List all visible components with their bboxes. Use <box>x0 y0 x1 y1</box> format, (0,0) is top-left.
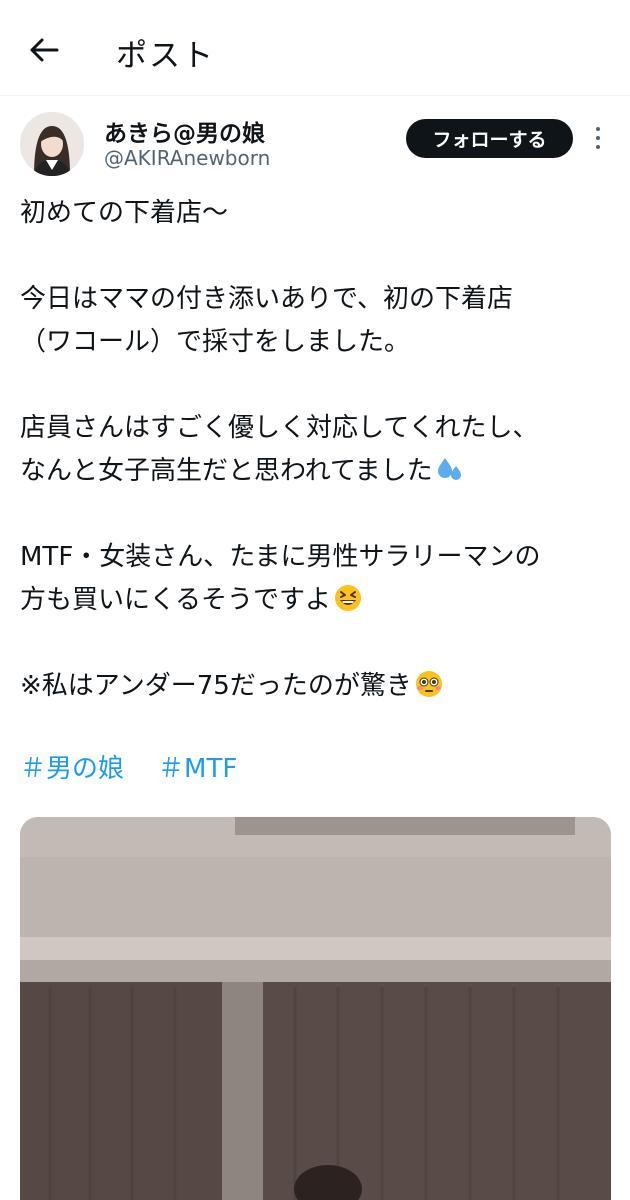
arrow-left-icon <box>30 38 59 62</box>
back-button[interactable] <box>22 28 66 72</box>
avatar-image <box>20 112 84 176</box>
more-vertical-icon <box>596 136 600 140</box>
hashtag-link[interactable]: ＃MTF <box>158 754 237 784</box>
page-title: ポスト <box>116 38 215 74</box>
sweat-droplets-emoji <box>437 458 461 480</box>
tweet-line: 店員さんはすごく優しく対応してくれたし、 <box>20 413 539 443</box>
tweet-line: なんと女子高生だと思われてました <box>20 450 620 493</box>
tweet-text: 初めての下着店〜 今日はママの付き添いありで、初の下着店 （ワコール）で採寸をし… <box>20 192 620 708</box>
more-vertical-icon <box>596 127 600 131</box>
hashtag-link[interactable]: ＃男の娘 <box>20 754 124 784</box>
tweet-line: MTF・女装さん、たまに男性サラリーマンの <box>20 542 541 572</box>
author-row: あきら@男の娘 @AKIRAnewborn フォローする <box>0 96 630 188</box>
tweet-line-text: ※私はアンダー75だったのが驚き <box>20 671 412 701</box>
grinning-squinting-face-emoji <box>334 585 361 611</box>
tweet-line-text: なんと女子高生だと思われてました <box>20 456 433 486</box>
author-name[interactable]: あきら@男の娘 <box>104 114 265 148</box>
tweet-line: 方も買いにくるそうですよ <box>20 579 620 622</box>
more-options-button[interactable] <box>586 120 610 156</box>
flushed-face-emoji <box>415 671 442 697</box>
tweet-line-text: 方も買いにくるそうですよ <box>20 585 331 615</box>
tweet-line: 初めての下着店〜 <box>20 198 229 228</box>
hashtags: ＃男の娘 ＃MTF <box>20 748 237 791</box>
follow-button[interactable]: フォローする <box>406 119 573 158</box>
photo-image <box>20 817 611 1200</box>
more-vertical-icon <box>596 145 600 149</box>
tweet-line: （ワコール）で採寸をしました。 <box>20 327 411 357</box>
post-photo[interactable] <box>20 817 611 1200</box>
author-handle[interactable]: @AKIRAnewborn <box>104 146 270 170</box>
avatar[interactable] <box>20 112 84 176</box>
tweet-line: 今日はママの付き添いありで、初の下着店 <box>20 284 513 314</box>
top-bar: ポスト <box>0 0 630 96</box>
tweet-line: ※私はアンダー75だったのが驚き <box>20 665 620 708</box>
